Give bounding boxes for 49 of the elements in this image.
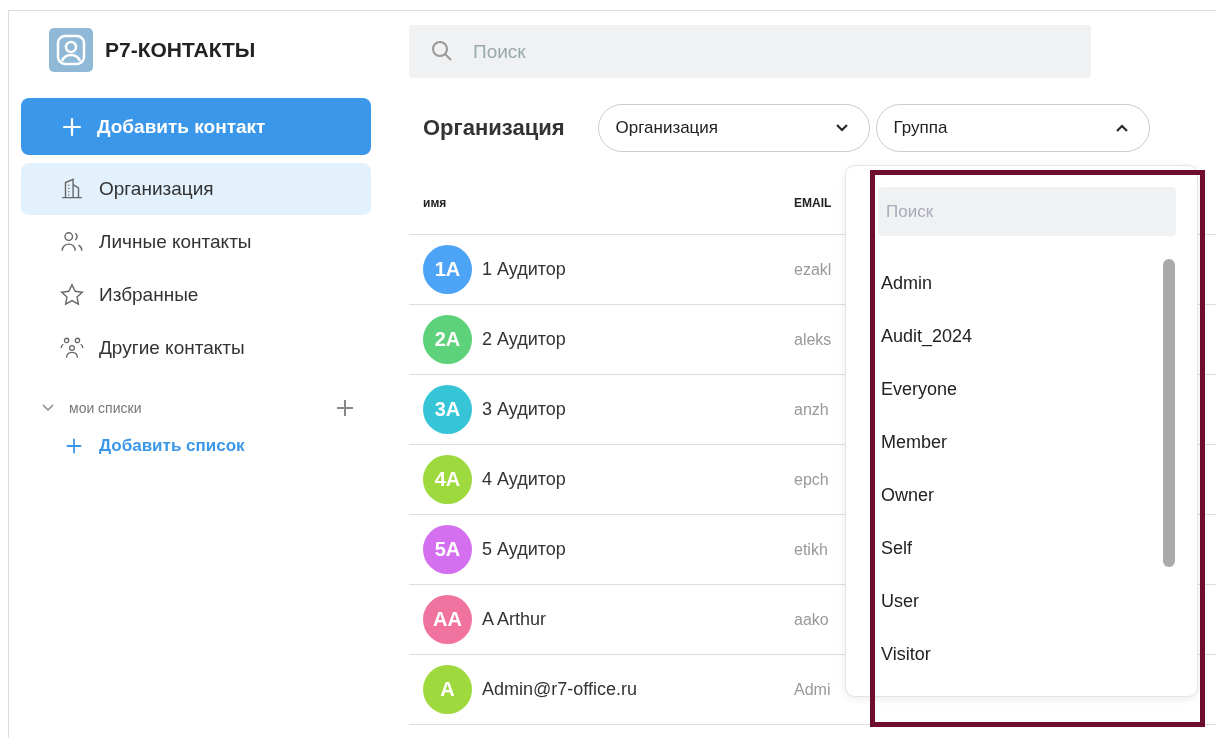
avatar: AA: [423, 595, 472, 644]
plus-icon: [335, 398, 355, 418]
filter-dropdown[interactable]: Организация: [597, 103, 870, 152]
avatar: 2А: [423, 315, 472, 364]
filter-dropdown[interactable]: Группа: [875, 103, 1150, 152]
dropdown-option[interactable]: Admin: [878, 257, 1163, 310]
section-title: мои списки: [69, 400, 143, 416]
dropdown-option[interactable]: Owner: [878, 469, 1163, 522]
contact-email: aako: [794, 610, 829, 629]
group-icon: [59, 335, 85, 361]
dropdown-option[interactable]: Self: [878, 522, 1163, 575]
dropdown-option[interactable]: Everyone: [878, 363, 1163, 416]
contact-name: 2 Аудитор: [482, 329, 566, 350]
contact-email: aleks: [794, 330, 832, 349]
app-title: Р7-КОНТАКТЫ: [105, 38, 256, 62]
star-icon: [59, 282, 85, 308]
contact-email: etikh: [794, 540, 828, 559]
dropdown-option[interactable]: Visitor: [878, 628, 1163, 681]
contact-name: A Arthur: [482, 609, 547, 630]
sidebar-item[interactable]: Избранные: [21, 269, 371, 321]
plus-icon: [61, 115, 83, 138]
contact-email: anzh: [794, 400, 829, 419]
avatar: 4А: [423, 455, 472, 504]
dropdown-option[interactable]: User: [878, 575, 1163, 628]
contact-email: epch: [794, 470, 829, 489]
sidebar-item[interactable]: Организация: [21, 163, 371, 215]
avatar: 1А: [423, 245, 472, 294]
search-field[interactable]: Поиск: [409, 25, 1091, 78]
contact-email: Admi: [794, 680, 831, 699]
contact-name: 5 Аудитор: [482, 539, 566, 560]
sidebar-item[interactable]: Другие контакты: [21, 322, 371, 374]
contact-name: 3 Аудитор: [482, 399, 566, 420]
dropdown-option[interactable]: Audit_2024: [878, 310, 1163, 363]
contact-name: 1 Аудитор: [482, 259, 566, 280]
contact-name: Admin@r7-office.ru: [482, 679, 637, 700]
dropdown-option[interactable]: Member: [878, 416, 1163, 469]
column-header: EMAIL: [794, 196, 832, 210]
contact-logo-icon: [49, 28, 93, 72]
plus-icon: [65, 437, 83, 455]
contact-email: ezakl: [794, 260, 832, 279]
contact-name: 4 Аудитор: [482, 469, 566, 490]
scrollbar-thumb[interactable]: [1163, 259, 1175, 567]
dropdown-search-field[interactable]: Поиск: [878, 187, 1176, 236]
page-title: Организация: [423, 114, 565, 141]
sidebar-item[interactable]: Личные контакты: [21, 216, 371, 268]
avatar: 5А: [423, 525, 472, 574]
avatar: A: [423, 665, 472, 714]
column-header: имя: [422, 196, 448, 210]
avatar: 3А: [423, 385, 472, 434]
